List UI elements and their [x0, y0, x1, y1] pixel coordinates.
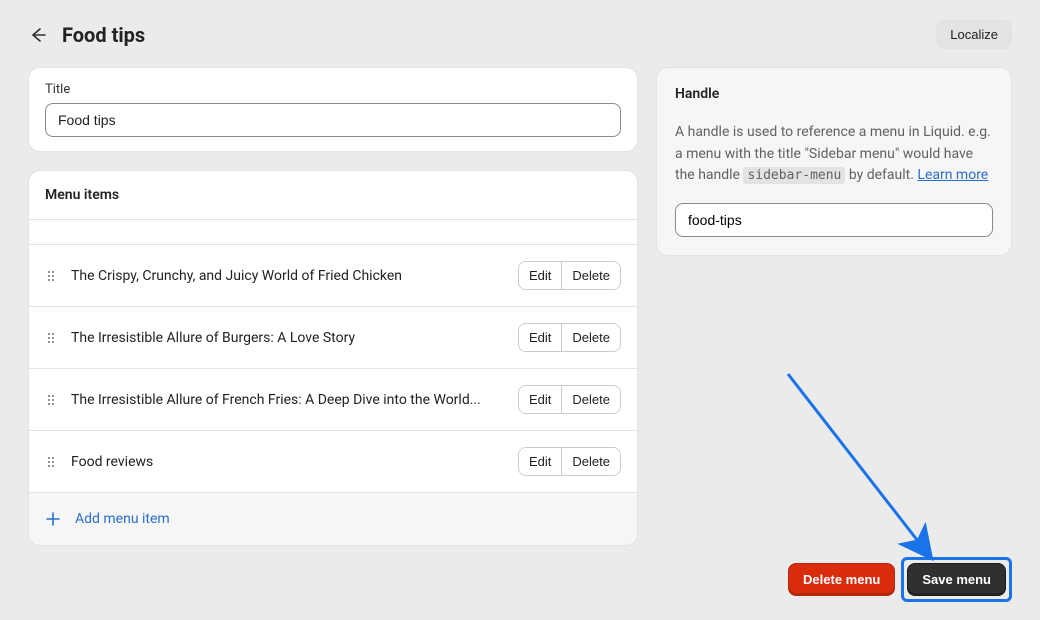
handle-card: Handle A handle is used to reference a m… [656, 67, 1012, 256]
add-menu-item-label: Add menu item [75, 511, 170, 527]
plus-icon [45, 511, 61, 527]
handle-description: A handle is used to reference a menu in … [675, 122, 993, 187]
drag-handle-icon[interactable] [45, 271, 57, 281]
menu-item-actions: Edit Delete [518, 261, 621, 290]
edit-button[interactable]: Edit [519, 448, 562, 475]
list-item: The Irresistible Allure of Burgers: A Lo… [29, 306, 637, 368]
edit-button[interactable]: Edit [519, 262, 562, 289]
handle-input[interactable] [675, 203, 993, 237]
localize-button[interactable]: Localize [936, 20, 1012, 49]
add-menu-item-button[interactable]: Add menu item [29, 492, 637, 545]
drag-handle-icon[interactable] [45, 457, 57, 467]
delete-button[interactable]: Delete [562, 262, 620, 289]
save-menu-button[interactable]: Save menu [907, 563, 1006, 596]
page-header: Food tips Localize [28, 20, 1012, 49]
drag-handle-icon[interactable] [45, 395, 57, 405]
delete-button[interactable]: Delete [562, 448, 620, 475]
delete-button[interactable]: Delete [562, 386, 620, 413]
handle-heading: Handle [675, 86, 993, 102]
menu-item-actions: Edit Delete [518, 447, 621, 476]
edit-button[interactable]: Edit [519, 324, 562, 351]
list-item: The Irresistible Allure of French Fries:… [29, 368, 637, 430]
menu-item-actions: Edit Delete [518, 385, 621, 414]
edit-button[interactable]: Edit [519, 386, 562, 413]
menu-item-label[interactable]: Food reviews [71, 454, 504, 470]
menu-items-list [29, 220, 637, 244]
menu-item-label[interactable]: The Irresistible Allure of French Fries:… [71, 392, 504, 408]
footer-actions: Delete menu Save menu [788, 557, 1012, 602]
menu-items-heading: Menu items [29, 171, 637, 220]
page-title: Food tips [62, 23, 145, 47]
learn-more-link[interactable]: Learn more [917, 167, 988, 183]
list-item: Food reviews Edit Delete [29, 430, 637, 492]
delete-menu-button[interactable]: Delete menu [788, 563, 895, 596]
menu-item-label[interactable]: The Crispy, Crunchy, and Juicy World of … [71, 268, 504, 284]
title-input[interactable] [45, 103, 621, 137]
save-highlight-box: Save menu [901, 557, 1012, 602]
drag-handle-icon[interactable] [45, 333, 57, 343]
title-label: Title [45, 82, 621, 97]
menu-items-card: Menu items The Crispy, Crunchy, and Juic… [28, 170, 638, 546]
list-item: The Crispy, Crunchy, and Juicy World of … [29, 244, 637, 306]
back-icon[interactable] [28, 25, 48, 45]
title-card: Title [28, 67, 638, 152]
handle-code-example: sidebar-menu [743, 167, 845, 184]
menu-item-label[interactable]: The Irresistible Allure of Burgers: A Lo… [71, 330, 504, 346]
menu-item-actions: Edit Delete [518, 323, 621, 352]
delete-button[interactable]: Delete [562, 324, 620, 351]
